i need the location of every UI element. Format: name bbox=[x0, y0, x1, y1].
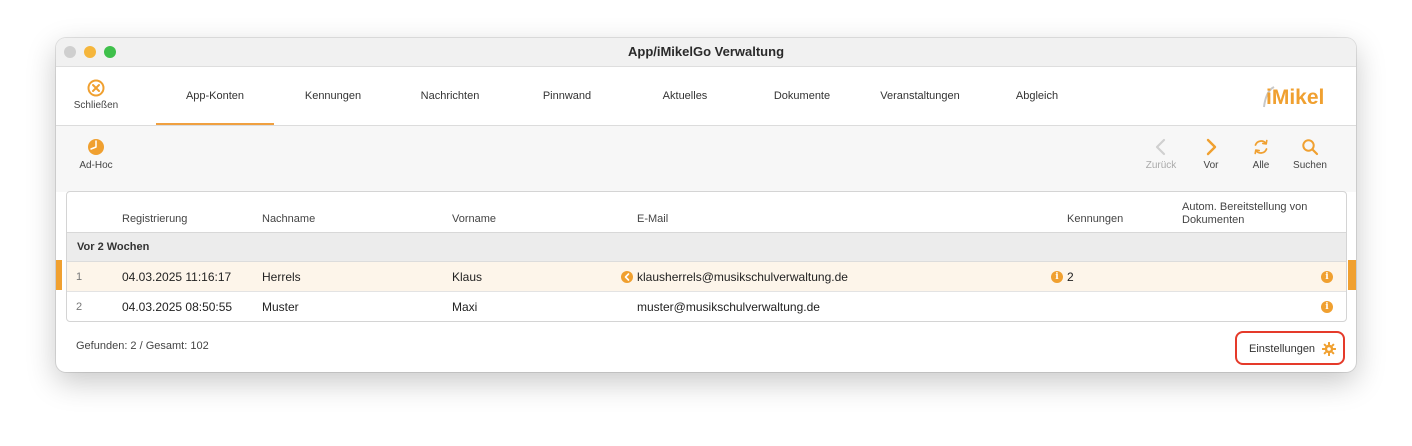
lastname-cell: Herrels bbox=[262, 270, 301, 284]
tab-veranstaltungen[interactable]: Veranstaltungen bbox=[861, 67, 979, 125]
group-label: Vor 2 Wochen bbox=[77, 241, 150, 253]
selection-indicator-right bbox=[1348, 260, 1356, 290]
back-label: Zurück bbox=[1145, 160, 1177, 171]
col-email[interactable]: E-Mail bbox=[637, 213, 668, 225]
tab-bar: Schließen App-Konten Kennungen Nachricht… bbox=[56, 67, 1356, 126]
all-button[interactable]: Alle bbox=[1244, 138, 1278, 171]
ids-cell: 2 bbox=[1067, 270, 1074, 284]
col-auto-docs[interactable]: Autom. Bereitstellung von Dokumenten bbox=[1182, 201, 1332, 227]
email-cell: muster@musikschulverwaltung.de bbox=[637, 300, 820, 314]
info-icon[interactable]: i bbox=[1051, 271, 1063, 283]
col-lastname[interactable]: Nachname bbox=[262, 213, 315, 225]
tab-nachrichten[interactable]: Nachrichten bbox=[391, 67, 509, 125]
logo-text: iMikel bbox=[1266, 86, 1324, 109]
col-ids[interactable]: Kennungen bbox=[1067, 213, 1123, 225]
adhoc-label: Ad-Hoc bbox=[79, 160, 113, 171]
toolbar: Ad-Hoc Zurück Vor Alle Suchen bbox=[56, 126, 1356, 192]
table-row[interactable]: 1 04.03.2025 11:16:17 Herrels Klaus klau… bbox=[67, 262, 1346, 292]
search-label: Suchen bbox=[1293, 160, 1327, 171]
forward-label: Vor bbox=[1203, 160, 1219, 171]
app-window: App/iMikelGo Verwaltung Schließen App-Ko… bbox=[56, 38, 1356, 372]
tab-pinnwand[interactable]: Pinnwand bbox=[508, 67, 626, 125]
firstname-cell: Maxi bbox=[452, 300, 478, 314]
lastname-cell: Muster bbox=[262, 300, 299, 314]
arrow-left-circle-icon[interactable] bbox=[621, 271, 633, 283]
adhoc-button[interactable]: Ad-Hoc bbox=[72, 138, 120, 171]
all-label: Alle bbox=[1252, 160, 1270, 171]
registration-cell: 04.03.2025 11:16:17 bbox=[122, 270, 232, 284]
title-bar: App/iMikelGo Verwaltung bbox=[56, 38, 1356, 67]
tab-kennungen[interactable]: Kennungen bbox=[274, 67, 392, 125]
close-circle-icon bbox=[87, 79, 105, 97]
row-number: 1 bbox=[76, 271, 83, 283]
gear-icon bbox=[1322, 342, 1336, 356]
tab-abgleich[interactable]: Abgleich bbox=[978, 67, 1096, 125]
registration-cell: 04.03.2025 08:50:55 bbox=[122, 300, 233, 314]
imikel-logo: iMikel bbox=[1263, 86, 1324, 109]
search-button[interactable]: Suchen bbox=[1290, 138, 1330, 171]
group-header: Vor 2 Wochen bbox=[67, 233, 1346, 262]
firstname-cell: Klaus bbox=[452, 270, 483, 284]
close-button[interactable]: Schließen bbox=[66, 79, 126, 115]
settings-label: Einstellungen bbox=[1249, 343, 1316, 355]
accounts-table: Registrierung Nachname Vorname E-Mail Ke… bbox=[66, 191, 1347, 322]
col-firstname[interactable]: Vorname bbox=[452, 213, 496, 225]
search-icon bbox=[1302, 139, 1319, 156]
selection-indicator-left bbox=[56, 260, 62, 290]
email-cell: klausherrels@musikschulverwaltung.de bbox=[637, 270, 848, 284]
pie-chart-icon bbox=[88, 139, 104, 155]
table-row[interactable]: 2 04.03.2025 08:50:55 Muster Maxi muster… bbox=[67, 292, 1346, 321]
tab-dokumente[interactable]: Dokumente bbox=[743, 67, 861, 125]
row-number: 2 bbox=[76, 301, 83, 313]
tab-app-konten[interactable]: App-Konten bbox=[156, 67, 274, 125]
col-registration[interactable]: Registrierung bbox=[122, 213, 187, 225]
chevron-right-icon bbox=[1206, 138, 1217, 156]
chevron-left-icon bbox=[1155, 138, 1166, 156]
info-icon[interactable]: i bbox=[1321, 301, 1333, 313]
table-header: Registrierung Nachname Vorname E-Mail Ke… bbox=[67, 192, 1346, 233]
close-label: Schließen bbox=[73, 100, 119, 111]
status-text: Gefunden: 2 / Gesamt: 102 bbox=[76, 340, 209, 352]
refresh-icon bbox=[1254, 139, 1268, 155]
tab-aktuelles[interactable]: Aktuelles bbox=[626, 67, 744, 125]
settings-button[interactable]: Einstellungen bbox=[1235, 331, 1345, 365]
window-title: App/iMikelGo Verwaltung bbox=[627, 44, 785, 59]
back-button[interactable]: Zurück bbox=[1140, 138, 1182, 171]
info-icon[interactable]: i bbox=[1321, 271, 1333, 283]
forward-button[interactable]: Vor bbox=[1194, 138, 1228, 171]
